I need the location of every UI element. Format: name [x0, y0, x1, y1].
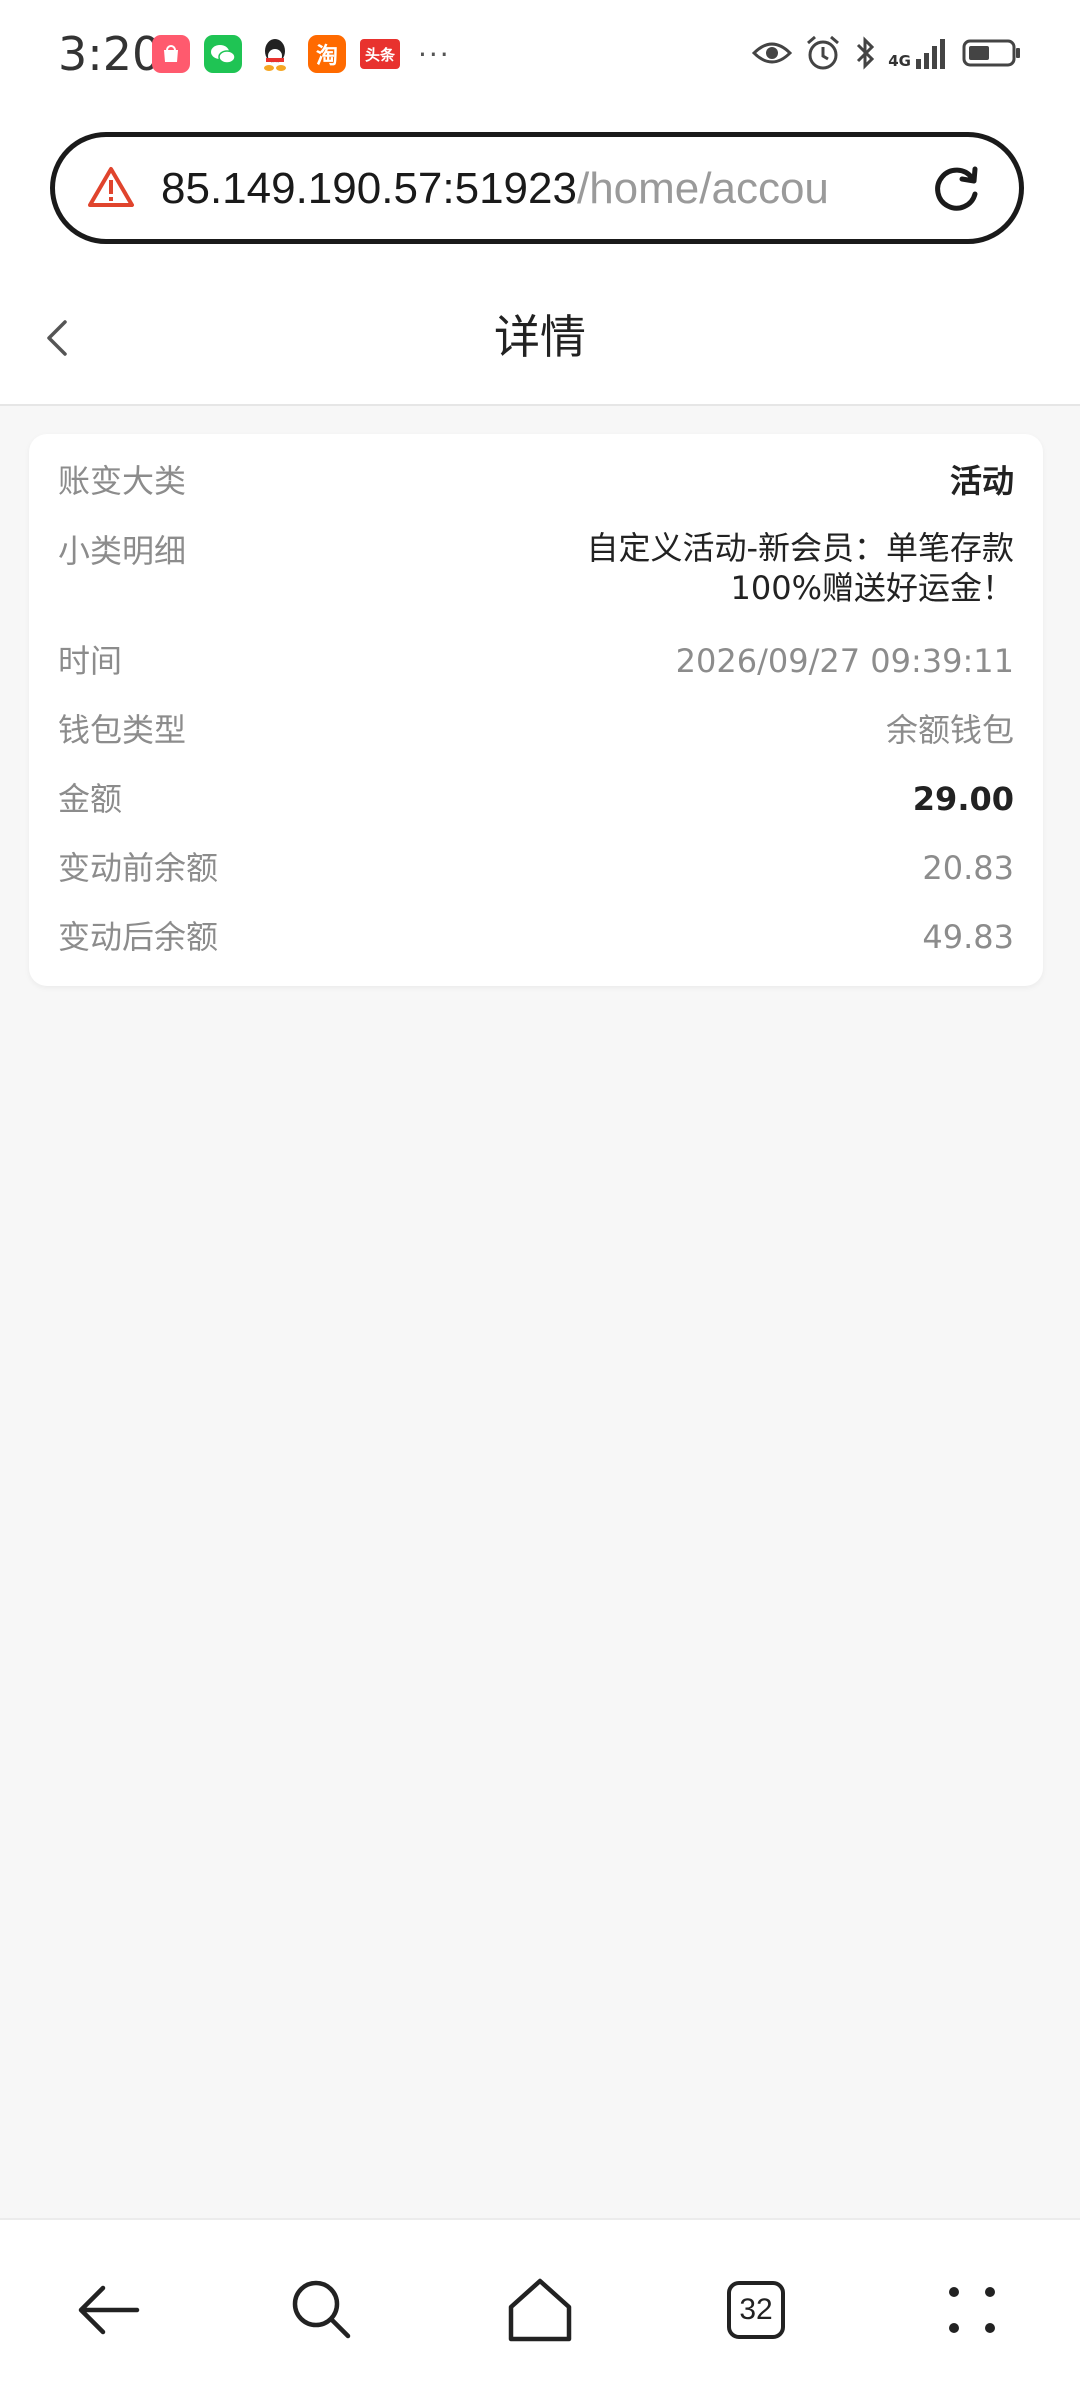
detail-label: 变动后余额 [58, 918, 219, 956]
detail-label: 账变大类 [58, 462, 187, 500]
status-bar: 3:20 淘 头条 ··· 4G [0, 0, 1080, 110]
detail-value: 29.00 [912, 780, 1014, 818]
browser-bottom-nav: 32 [0, 2218, 1080, 2390]
nav-home-button[interactable] [500, 2270, 580, 2350]
detail-row-wallet: 钱包类型 余额钱包 [58, 707, 1014, 753]
url-path: /home/accou [576, 164, 829, 213]
detail-value: 余额钱包 [885, 711, 1014, 749]
detail-value-line: 自定义活动-新会员：单笔存款 [586, 529, 1014, 567]
detail-value: 49.83 [922, 918, 1014, 956]
tabs-icon: 32 [727, 2281, 785, 2339]
url-text[interactable]: 85.149.190.57:51923/home/accou [161, 161, 951, 217]
shopping-bag-icon [152, 35, 190, 73]
url-host: 85.149.190.57:51923 [161, 164, 577, 213]
warning-icon[interactable] [87, 165, 135, 209]
detail-value: 2026/09/27 09:39:11 [675, 642, 1014, 680]
nav-back-button[interactable] [68, 2270, 148, 2350]
detail-value-line: 100%赠送好运金！ [730, 569, 1015, 607]
search-icon [292, 2280, 351, 2339]
detail-label: 时间 [58, 642, 123, 680]
taobao-icon: 淘 [308, 35, 346, 73]
toutiao-icon: 头条 [360, 39, 400, 69]
nav-tabs-button[interactable]: 32 [716, 2270, 796, 2350]
status-system-icons: 4G [752, 30, 1022, 76]
detail-row-balance-after: 变动后余额 49.83 [58, 914, 1014, 960]
status-app-icons: 淘 头条 ··· [152, 32, 451, 76]
page-header: 详情 [0, 270, 1080, 406]
detail-row-amount: 金额 29.00 [58, 776, 1014, 822]
eye-icon [752, 42, 793, 64]
detail-card: 账变大类 活动 小类明细 自定义活动-新会员：单笔存款 100%赠送好运金！ 时… [29, 434, 1043, 986]
detail-row-time: 时间 2026/09/27 09:39:11 [58, 638, 1014, 684]
network-type-label: 4G [888, 52, 911, 70]
page-title: 详情 [494, 310, 586, 364]
nav-search-button[interactable] [282, 2270, 362, 2350]
tab-count: 32 [739, 2293, 773, 2326]
detail-row-balance-before: 变动前余额 20.83 [58, 845, 1014, 891]
url-field[interactable]: 85.149.190.57:51923/home/accou [50, 132, 1024, 244]
alarm-icon [807, 35, 840, 70]
detail-row-category: 账变大类 活动 [58, 458, 1014, 504]
detail-value: 自定义活动-新会员：单笔存款 100%赠送好运金！ [586, 528, 1014, 608]
nav-menu-button[interactable] [932, 2270, 1012, 2350]
status-time: 3:20 [58, 27, 162, 81]
more-notifications-icon: ··· [418, 37, 451, 71]
reload-icon[interactable] [927, 161, 985, 219]
detail-value: 活动 [949, 462, 1014, 500]
qq-icon [256, 35, 294, 73]
detail-label: 钱包类型 [58, 711, 187, 749]
detail-label: 小类明细 [58, 532, 187, 570]
detail-label: 变动前余额 [58, 849, 219, 887]
browser-address-bar: 85.149.190.57:51923/home/accou [0, 110, 1080, 270]
battery-icon [962, 39, 1020, 67]
menu-dots-icon [949, 2287, 995, 2333]
bluetooth-icon [857, 36, 875, 70]
arrow-left-icon [78, 2285, 140, 2335]
home-icon [508, 2278, 572, 2342]
detail-label: 金额 [58, 780, 123, 818]
detail-value: 20.83 [922, 849, 1014, 887]
wechat-icon [204, 35, 242, 73]
detail-row-subcategory: 小类明细 自定义活动-新会员：单笔存款 100%赠送好运金！ [58, 528, 1014, 608]
signal-icon: 4G [888, 37, 950, 69]
